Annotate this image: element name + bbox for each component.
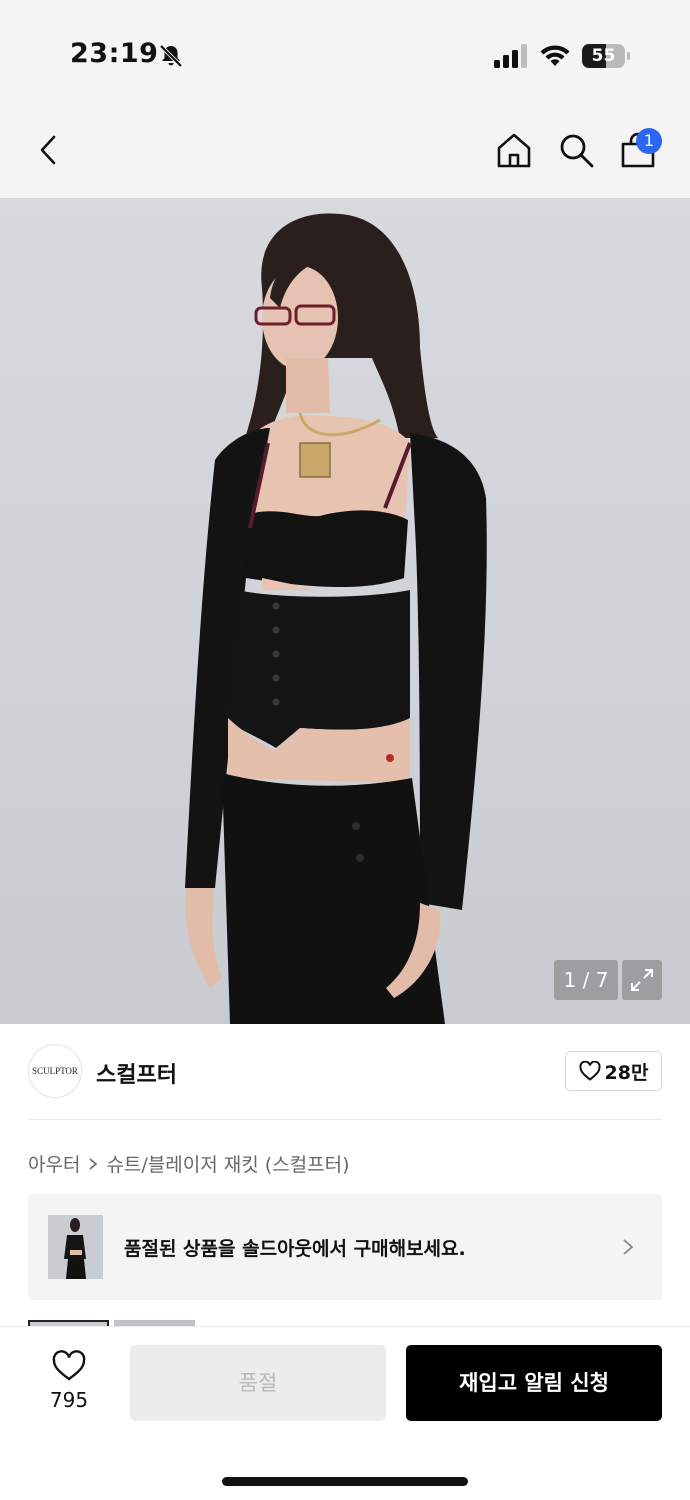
search-icon (560, 134, 594, 168)
status-bar: 23:19 55 (0, 0, 690, 100)
heart-icon (52, 1350, 86, 1381)
expand-image-button[interactable] (622, 960, 662, 1000)
wishlist-count: 795 (49, 1388, 89, 1412)
back-button[interactable] (28, 130, 68, 170)
divider (28, 1119, 662, 1120)
brand-like-button[interactable]: 28만 (565, 1051, 662, 1091)
banner-thumbnail (48, 1215, 103, 1279)
breadcrumb-subcategory[interactable]: 슈트/블레이저 재킷 (스컬프터) (106, 1150, 349, 1177)
search-button[interactable] (556, 130, 596, 170)
soldout-banner[interactable]: 품절된 상품을 솔드아웃에서 구매해보세요. (28, 1194, 662, 1300)
bell-slash-icon (159, 44, 183, 68)
image-counter: 1 / 7 (554, 960, 618, 1000)
breadcrumb-category[interactable]: 아우터 (28, 1150, 80, 1177)
wishlist-button[interactable]: 795 (38, 1346, 100, 1416)
battery-icon: 55 (582, 44, 630, 68)
heart-icon (579, 1061, 601, 1081)
breadcrumb: 아우터 슈트/블레이저 재킷 (스컬프터) (28, 1150, 350, 1177)
brand-like-count: 28만 (604, 1061, 649, 1084)
product-photo (185, 213, 487, 1024)
chevron-right-icon (623, 1239, 634, 1255)
soldout-button: 품절 (130, 1345, 386, 1421)
brand-logo-text: SCULPTOR (32, 1066, 78, 1076)
cellular-signal-icon (494, 44, 527, 68)
home-indicator (222, 1477, 468, 1486)
cart-count-badge: 1 (636, 128, 662, 154)
wifi-icon (540, 45, 570, 66)
expand-icon (631, 969, 653, 991)
top-nav-bar (0, 100, 690, 198)
home-icon (497, 133, 531, 168)
brand-name[interactable]: 스컬프터 (96, 1057, 177, 1089)
restock-notify-button[interactable]: 재입고 알림 신청 (406, 1345, 662, 1421)
chevron-left-icon (40, 135, 56, 165)
status-time: 23:19 (70, 38, 159, 69)
brand-logo[interactable]: SCULPTOR (28, 1044, 82, 1098)
battery-level: 55 (591, 46, 616, 66)
chevron-right-icon (89, 1157, 98, 1170)
home-button[interactable] (494, 130, 534, 170)
product-image[interactable] (0, 198, 690, 1024)
soldout-banner-text: 품절된 상품을 솔드아웃에서 구매해보세요. (124, 1238, 466, 1260)
